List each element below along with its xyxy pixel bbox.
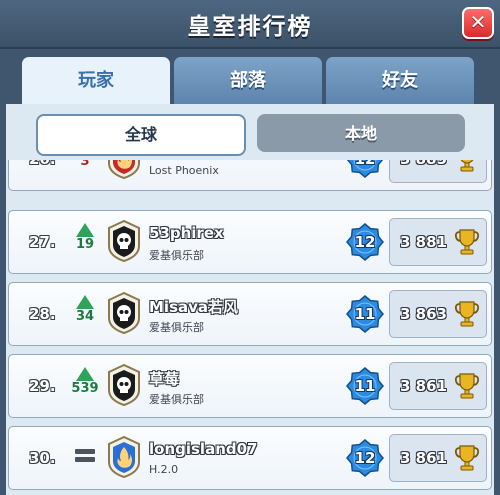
leaderboard-row[interactable]: 30. longisland07 H.2.0 12 3 861 xyxy=(8,426,492,490)
tab-friends-label: 好友 xyxy=(382,70,418,91)
trophy-box: 3 885 xyxy=(389,160,487,183)
level-badge: 12 xyxy=(346,223,384,261)
leaderboard-row[interactable]: 26.3Nix005Lost Phoenix123 885 xyxy=(8,160,492,191)
no-change-icon xyxy=(75,449,95,454)
trophy-icon xyxy=(454,160,480,173)
rank-number: 28. xyxy=(29,305,56,323)
trophy-box: 3 863 xyxy=(389,290,487,338)
trophy-count: 3 861 xyxy=(400,449,447,467)
leaderboard-row[interactable]: 27. 19 53phirex 爱基俱乐部 12 3 881 xyxy=(8,210,492,274)
clan-name: 爱基俱乐部 xyxy=(149,393,204,406)
leaderboard-row[interactable]: 28. 34 Misava若风爱基俱乐部 11 3 863 xyxy=(8,282,492,346)
up-arrow-icon xyxy=(76,295,94,309)
clan-name: 爱基俱乐部 xyxy=(149,321,204,334)
clan-name: Lost Phoenix xyxy=(149,164,219,177)
rank-number: 29. xyxy=(29,377,56,395)
trophy-box: 3 861 xyxy=(389,362,487,410)
tab-clans[interactable]: 部落 xyxy=(174,57,322,104)
rank-number: 30. xyxy=(29,449,56,467)
level-badge: 12 xyxy=(346,160,384,178)
header-bar: 皇室排行榜 ✕ xyxy=(0,0,500,49)
level-value: 11 xyxy=(354,377,376,395)
no-change-icon xyxy=(75,457,95,462)
rank-change-value: 19 xyxy=(75,237,95,252)
clan-badge-skull-icon xyxy=(107,291,141,335)
rank-change: 539 xyxy=(71,367,99,396)
player-name[interactable]: longisland07 xyxy=(149,440,258,458)
tab-friends[interactable]: 好友 xyxy=(326,57,474,104)
trophy-count: 3 863 xyxy=(400,305,447,323)
clan-badge-flame-icon xyxy=(107,160,141,180)
page-title: 皇室排行榜 xyxy=(187,14,313,40)
clan-badge-skull-icon xyxy=(107,363,141,407)
rank-change: 19 xyxy=(71,223,99,252)
trophy-icon xyxy=(454,444,480,472)
ranking-list[interactable]: 26.3Nix005Lost Phoenix123 88527.1953phir… xyxy=(6,160,494,495)
segment-local-label: 本地 xyxy=(344,124,377,143)
trophy-icon xyxy=(454,300,480,328)
main-tabs: 玩家 部落 好友 xyxy=(22,57,474,104)
rank-number: 26. xyxy=(29,160,65,168)
trophy-count: 3 881 xyxy=(400,233,447,251)
rank-change-value: 3 xyxy=(80,160,90,169)
level-value: 12 xyxy=(354,233,376,251)
clan-badge-skull-icon xyxy=(107,219,141,263)
clan-name: 爱基俱乐部 xyxy=(149,249,204,262)
trophy-box: 3 861 xyxy=(389,434,487,482)
clan-badge-flame-icon xyxy=(107,435,141,479)
trophy-icon xyxy=(454,372,480,400)
rank-change xyxy=(71,439,99,462)
trophy-icon xyxy=(454,228,480,256)
close-icon: ✕ xyxy=(469,10,487,34)
level-value: 12 xyxy=(354,449,376,467)
rank-change: 34 xyxy=(71,295,99,324)
player-name[interactable]: 53phirex xyxy=(149,224,224,242)
tab-clans-label: 部落 xyxy=(230,70,266,91)
up-arrow-icon xyxy=(76,367,94,381)
leaderboard-row[interactable]: 29. 539 草莓爱基俱乐部 11 3 861 xyxy=(8,354,492,418)
rank-change-value: 539 xyxy=(71,381,99,396)
level-badge: 11 xyxy=(346,295,384,333)
segment-local[interactable]: 本地 xyxy=(257,114,465,152)
player-name[interactable]: 草莓 xyxy=(149,368,179,389)
level-badge: 12 xyxy=(346,439,384,477)
close-button[interactable]: ✕ xyxy=(462,7,494,39)
clan-name: H.2.0 xyxy=(149,463,179,476)
trophy-count: 3 861 xyxy=(400,377,447,395)
tab-players[interactable]: 玩家 xyxy=(22,57,170,104)
segment-global[interactable]: 全球 xyxy=(36,114,246,156)
up-arrow-icon xyxy=(76,223,94,237)
trophy-count: 3 885 xyxy=(400,160,447,168)
level-value: 11 xyxy=(354,305,376,323)
trophy-box: 3 881 xyxy=(389,218,487,266)
segment-global-label: 全球 xyxy=(124,125,157,144)
rank-number: 27. xyxy=(29,233,56,251)
rank-change-value: 34 xyxy=(75,309,95,324)
player-name[interactable]: Misava若风 xyxy=(149,296,238,317)
tab-players-label: 玩家 xyxy=(78,70,114,91)
level-value: 12 xyxy=(346,160,384,168)
level-badge: 11 xyxy=(346,367,384,405)
rank-change: 3 xyxy=(71,160,99,169)
